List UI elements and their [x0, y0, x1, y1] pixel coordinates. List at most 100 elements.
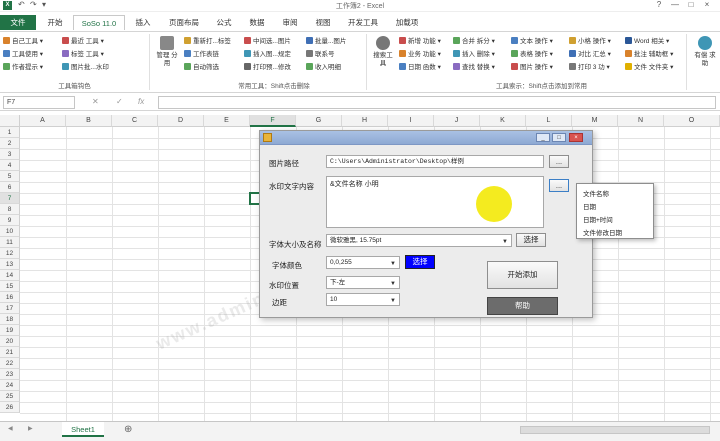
search-tools-button[interactable]: 搜索工 具 [371, 36, 395, 68]
row-header[interactable]: 20 [0, 336, 20, 347]
row-header[interactable]: 5 [0, 171, 20, 182]
insert-function-icon[interactable]: fx [138, 97, 144, 106]
ribbon-item[interactable]: 批注 辅助框 ▾ [625, 49, 673, 60]
paid-help-button[interactable]: 有偿 求助 [692, 36, 718, 68]
row-header[interactable]: 14 [0, 270, 20, 281]
column-header[interactable]: G [296, 115, 342, 127]
dialog-maximize-button[interactable]: □ [552, 133, 566, 142]
tab-file[interactable]: 文件 [0, 15, 36, 30]
ribbon-item[interactable]: 作者提示 ▾ [3, 62, 43, 73]
ribbon-item[interactable]: 插入 删除 ▾ [453, 49, 495, 60]
column-header[interactable]: K [480, 115, 526, 127]
ribbon-item[interactable]: 自己工具 ▾ [3, 36, 43, 47]
path-input[interactable]: C:\Users\Administrator\Desktop\样例 [326, 155, 544, 168]
row-header[interactable]: 15 [0, 281, 20, 292]
ribbon-item[interactable]: 自动筛选 [184, 62, 219, 73]
row-header[interactable]: 3 [0, 149, 20, 160]
font-color-select[interactable]: 0,0,255 ▼ [326, 256, 400, 269]
row-header[interactable]: 11 [0, 237, 20, 248]
formula-input[interactable] [158, 96, 716, 109]
ribbon-item[interactable]: 最近 工具 ▾ [62, 36, 104, 47]
ribbon-item[interactable]: 打印 3 功 ▾ [569, 62, 610, 73]
row-header[interactable]: 2 [0, 138, 20, 149]
close-button[interactable]: × [700, 0, 714, 9]
ribbon-item[interactable]: 日期 函数 ▾ [399, 62, 441, 73]
ribbon-item[interactable]: 插入图...规定 [244, 49, 291, 60]
row-header[interactable]: 26 [0, 402, 20, 413]
ribbon-item[interactable]: 中间选...图片 [244, 36, 291, 47]
tab-addins[interactable]: 加载项 [389, 15, 425, 30]
start-button[interactable]: 开始添加 [487, 261, 558, 289]
dialog-minimize-button[interactable]: _ [536, 133, 550, 142]
column-header[interactable]: O [664, 115, 720, 127]
margin-select[interactable]: 10 ▼ [326, 293, 400, 306]
column-header[interactable]: D [158, 115, 204, 127]
row-header[interactable]: 1 [0, 127, 20, 138]
tab-soso[interactable]: SoSo 11.0 [73, 15, 125, 30]
row-header[interactable]: 8 [0, 204, 20, 215]
row-header[interactable]: 24 [0, 380, 20, 391]
ribbon-item[interactable]: 标签 工具 ▾ [62, 49, 104, 60]
row-header[interactable]: 22 [0, 358, 20, 369]
help-button[interactable]: 帮助 [487, 297, 558, 315]
column-header[interactable]: L [526, 115, 572, 127]
row-header[interactable]: 9 [0, 215, 20, 226]
ribbon-item[interactable]: 新增 功能 ▾ [399, 36, 441, 47]
column-header[interactable]: I [388, 115, 434, 127]
row-header[interactable]: 12 [0, 248, 20, 259]
position-select[interactable]: 下-左 ▼ [326, 276, 400, 289]
row-header[interactable]: 21 [0, 347, 20, 358]
row-header[interactable]: 6 [0, 182, 20, 193]
row-header[interactable]: 7 [0, 193, 20, 204]
select-all-corner[interactable] [0, 115, 20, 127]
tab-review[interactable]: 审阅 [275, 15, 305, 30]
tab-data[interactable]: 数据 [242, 15, 272, 30]
menu-item-datetime[interactable]: 日期+时间 [583, 214, 613, 224]
column-header[interactable]: E [204, 115, 250, 127]
ribbon-item[interactable]: 工具使用 ▾ [3, 49, 43, 60]
tab-page-layout[interactable]: 页面布局 [162, 15, 206, 30]
ribbon-item[interactable]: 联系号 [306, 49, 335, 60]
ribbon-item[interactable]: 批量...图片 [306, 36, 346, 47]
ribbon-item[interactable]: 文件 文件夹 ▾ [625, 62, 673, 73]
menu-item-file-name[interactable]: 文件名称 [583, 188, 609, 198]
font-choose-button[interactable]: 选择 [516, 233, 546, 247]
column-header[interactable]: B [66, 115, 112, 127]
ribbon-item[interactable]: 合并 拆分 ▾ [453, 36, 495, 47]
name-box[interactable]: F7 [3, 96, 75, 109]
row-header[interactable]: 18 [0, 314, 20, 325]
sheet-next-icon[interactable]: ▶ [28, 425, 33, 432]
row-header[interactable]: 17 [0, 303, 20, 314]
column-header[interactable]: J [434, 115, 480, 127]
tab-insert[interactable]: 插入 [128, 15, 158, 30]
add-sheet-icon[interactable]: ⊕ [124, 424, 132, 435]
browse-button[interactable]: ... [549, 155, 569, 168]
ribbon-item[interactable]: 打印预...修改 [244, 62, 291, 73]
ribbon-item[interactable]: 表格 操作 ▾ [511, 49, 553, 60]
cancel-formula-icon[interactable]: ✕ [92, 97, 99, 106]
row-header[interactable]: 19 [0, 325, 20, 336]
help-icon[interactable]: ? [652, 0, 666, 9]
color-choose-button[interactable]: 选择 [405, 255, 435, 269]
sheet-prev-icon[interactable]: ◀ [8, 425, 13, 432]
column-header[interactable]: M [572, 115, 618, 127]
tab-view[interactable]: 视图 [308, 15, 338, 30]
row-header[interactable]: 23 [0, 369, 20, 380]
ribbon-item[interactable]: Word 相关 ▾ [625, 36, 669, 47]
ribbon-item[interactable]: 工作表链 [184, 49, 219, 60]
tab-developer[interactable]: 开发工具 [341, 15, 385, 30]
sheet-tab-sheet1[interactable]: Sheet1 [62, 422, 104, 437]
tab-home[interactable]: 开始 [40, 15, 70, 30]
row-header[interactable]: 16 [0, 292, 20, 303]
column-header[interactable]: N [618, 115, 664, 127]
maximize-button[interactable]: □ [684, 0, 698, 9]
ribbon-item[interactable]: 业务 功能 ▾ [399, 49, 441, 60]
ribbon-item[interactable]: 小格 操作 ▾ [569, 36, 611, 47]
ribbon-item[interactable]: 查找 替换 ▾ [453, 62, 495, 73]
minimize-button[interactable]: — [668, 0, 682, 9]
font-select[interactable]: 微软雅黑, 15.75pt ▼ [326, 234, 512, 247]
insert-variable-button[interactable]: ... [549, 179, 569, 192]
column-header[interactable]: H [342, 115, 388, 127]
menu-item-modified-date[interactable]: 文件修改日期 [583, 227, 622, 237]
ribbon-item[interactable]: 图片批...水印 [62, 62, 109, 73]
